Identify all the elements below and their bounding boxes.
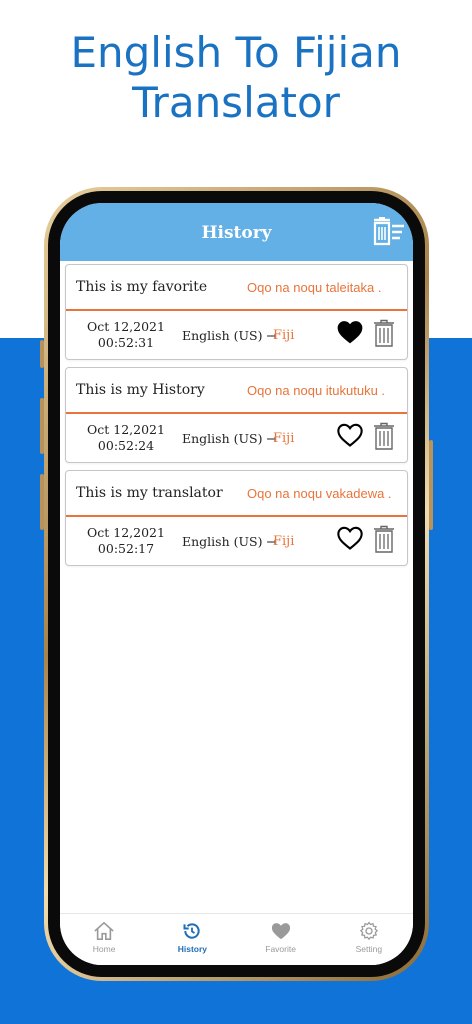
history-card[interactable]: This is my favorite Oqo na noqu taleitak…: [65, 264, 408, 360]
heart-icon: [271, 923, 290, 940]
history-icon: [183, 923, 201, 939]
history-card-top: This is my favorite Oqo na noqu taleitak…: [66, 265, 407, 311]
favorite-button[interactable]: [336, 421, 364, 449]
translated-text: Oqo na noqu vakadewa .: [247, 486, 392, 501]
tab-home[interactable]: Home: [60, 914, 148, 965]
trash-icon: [374, 319, 394, 347]
favorite-button[interactable]: [336, 318, 364, 346]
source-text: This is my History: [76, 382, 205, 398]
history-timestamp: Oct 12,2021 00:52:24: [76, 422, 176, 454]
page-title: History: [201, 223, 272, 243]
translated-text: Oqo na noqu itukutuku .: [247, 383, 386, 398]
history-date: Oct 12,2021: [87, 525, 165, 540]
phone-power-button: [429, 440, 433, 530]
delete-button[interactable]: [373, 319, 395, 347]
source-language: English (US) →: [182, 431, 277, 446]
tab-label: Home: [92, 944, 116, 954]
tab-favorite[interactable]: Favorite: [237, 914, 325, 965]
history-card-top: This is my translator Oqo na noqu vakade…: [66, 471, 407, 517]
target-language: Fiji: [273, 534, 295, 549]
source-language: English (US) →: [182, 328, 277, 343]
history-timestamp: Oct 12,2021 00:52:31: [76, 319, 176, 351]
home-icon: [94, 921, 114, 940]
heart-filled-icon: [337, 321, 363, 344]
source-language: English (US) →: [182, 534, 277, 549]
trash-icon: [374, 422, 394, 450]
promo-title-line2: Translator: [132, 78, 340, 127]
tab-label: Favorite: [265, 944, 296, 954]
heart-outline-icon: [337, 526, 363, 550]
source-text: This is my translator: [76, 485, 223, 501]
phone-frame: History This is my favorite Oqo na noqu …: [44, 187, 429, 981]
favorite-button[interactable]: [336, 524, 364, 552]
clear-all-icon: [373, 217, 404, 246]
history-card-top: This is my History Oqo na noqu itukutuku…: [66, 368, 407, 414]
target-language: Fiji: [273, 328, 295, 343]
history-time: 00:52:31: [97, 335, 155, 350]
tab-label: Setting: [355, 944, 383, 954]
tab-label: History: [177, 944, 208, 954]
heart-outline-icon: [337, 423, 363, 447]
delete-button[interactable]: [373, 422, 395, 450]
promo-title: English To Fijian Translator: [0, 28, 472, 128]
history-card[interactable]: This is my History Oqo na noqu itukutuku…: [65, 367, 408, 463]
app-header: History: [60, 203, 413, 261]
app-screen: History This is my favorite Oqo na noqu …: [60, 203, 413, 965]
promo-title-line1: English To Fijian: [70, 28, 402, 77]
bottom-tab-bar: Home History Favorite Setting: [60, 913, 413, 965]
translated-text: Oqo na noqu taleitaka .: [247, 280, 382, 295]
history-time: 00:52:17: [97, 541, 155, 556]
tab-setting[interactable]: Setting: [325, 914, 413, 965]
source-text: This is my favorite: [76, 279, 208, 295]
phone-bezel: History This is my favorite Oqo na noqu …: [48, 191, 425, 977]
clear-history-button[interactable]: [371, 217, 407, 247]
target-language: Fiji: [273, 431, 295, 446]
history-date: Oct 12,2021: [87, 422, 165, 437]
history-timestamp: Oct 12,2021 00:52:17: [76, 525, 176, 557]
gear-icon: [359, 921, 378, 941]
delete-button[interactable]: [373, 525, 395, 553]
trash-icon: [374, 525, 394, 553]
history-card[interactable]: This is my translator Oqo na noqu vakade…: [65, 470, 408, 566]
tab-history[interactable]: History: [148, 914, 236, 965]
history-list: This is my favorite Oqo na noqu taleitak…: [65, 264, 408, 573]
history-time: 00:52:24: [97, 438, 155, 453]
history-date: Oct 12,2021: [87, 319, 165, 334]
